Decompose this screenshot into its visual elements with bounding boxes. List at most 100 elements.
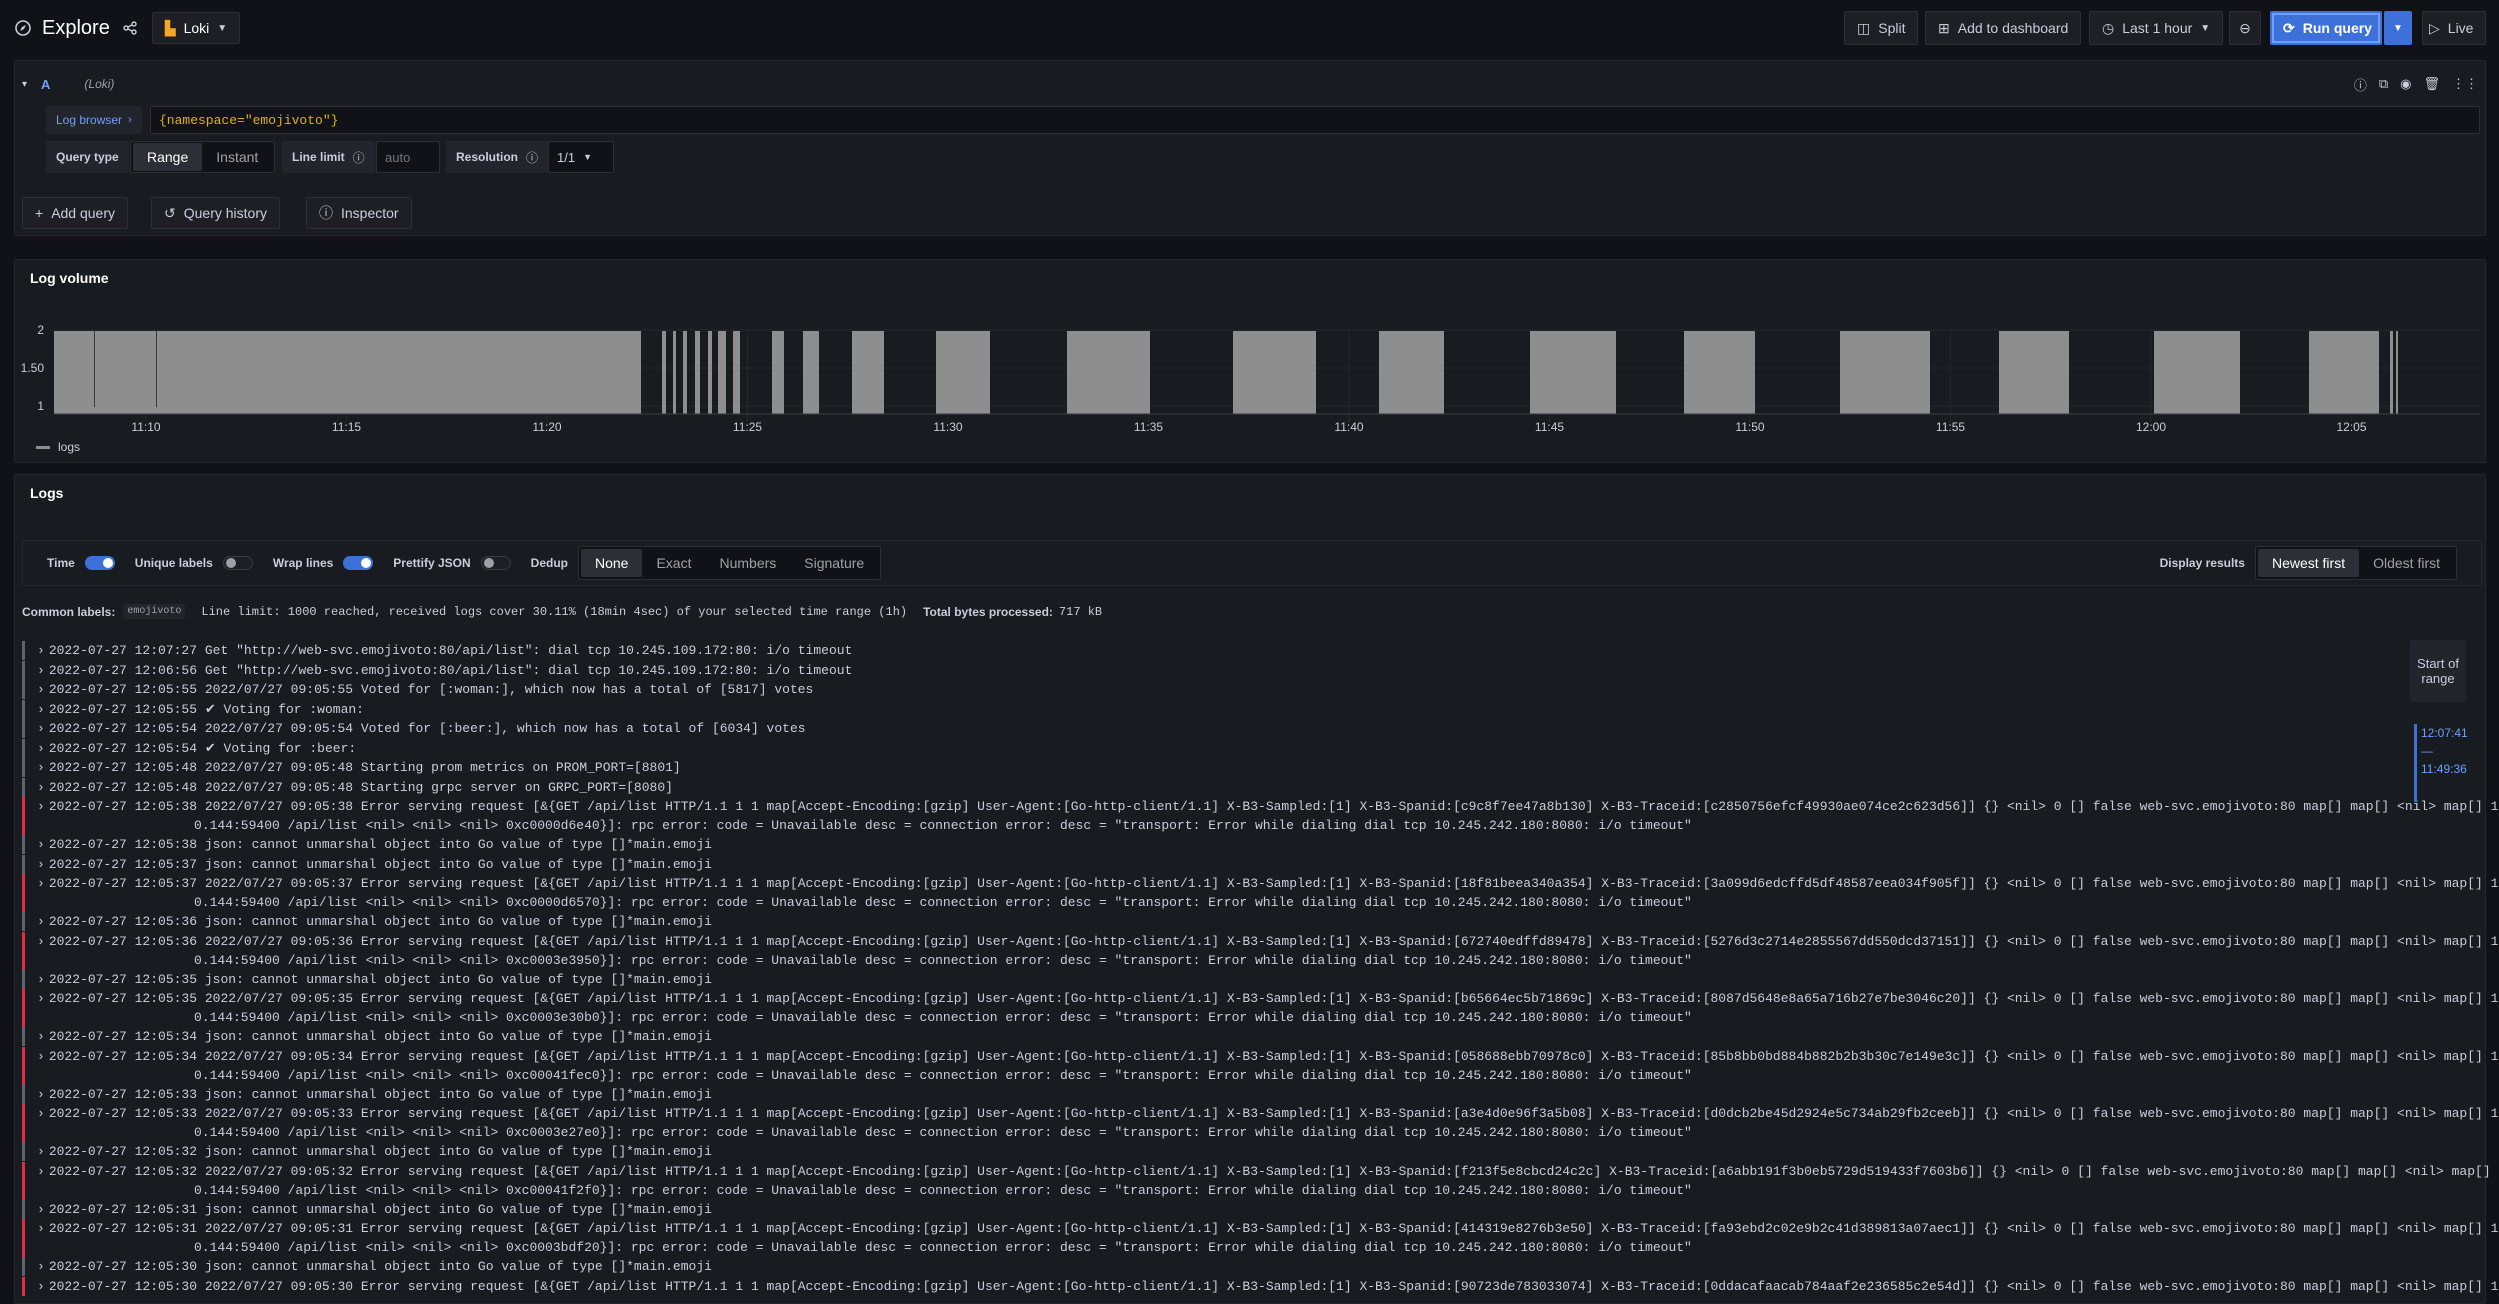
expand-row-icon[interactable]: ›	[37, 1279, 45, 1294]
query-ref-id[interactable]: A	[41, 77, 50, 92]
drag-handle-icon[interactable]: ⋮⋮	[2452, 76, 2478, 92]
run-query-dropdown[interactable]: ▼	[2384, 11, 2412, 45]
expand-row-icon[interactable]: ›	[37, 780, 45, 795]
expand-row-icon[interactable]: ›	[37, 1106, 45, 1121]
log-row[interactable]: › 2022-07-27 12:05:37 json: cannot unmars…	[22, 854, 2402, 874]
resolution-label: Resolution ⓘ	[446, 141, 549, 173]
log-row[interactable]: › 2022-07-27 12:05:30 json: cannot unmars…	[22, 1257, 2402, 1276]
log-row[interactable]: › 2022-07-27 12:05:34 2022/07/27 09:05:34…	[22, 1046, 2499, 1085]
resolution-select[interactable]: 1/1 ▼	[548, 141, 614, 173]
log-row[interactable]: › 2022-07-27 12:05:54 2022/07/27 09:05:54…	[22, 719, 2402, 738]
collapse-icon[interactable]: ▾	[22, 79, 27, 90]
log-range-indicator[interactable]: 12:07:41 — 11:49:36	[2414, 724, 2484, 802]
time-picker[interactable]: ◷ Last 1 hour ▼	[2089, 11, 2224, 45]
log-row[interactable]: › 2022-07-27 12:05:37 2022/07/27 09:05:37…	[22, 874, 2499, 912]
time-toggle[interactable]	[84, 556, 115, 570]
dedup-none[interactable]: None	[581, 549, 643, 577]
log-row[interactable]: › 2022-07-27 12:05:38 2022/07/27 09:05:38…	[22, 797, 2499, 835]
display-results-label: Display results	[2159, 556, 2245, 570]
expand-row-icon[interactable]: ›	[37, 857, 45, 872]
dedup-exact[interactable]: Exact	[642, 549, 705, 577]
expand-row-icon[interactable]: ›	[37, 682, 45, 697]
query-type-range[interactable]: Range	[133, 143, 203, 171]
chart-legend: logs	[36, 440, 80, 454]
dedup-numbers[interactable]: Numbers	[705, 549, 790, 577]
expand-row-icon[interactable]: ›	[37, 702, 45, 717]
expand-row-icon[interactable]: ›	[37, 1029, 45, 1044]
expand-row-icon[interactable]: ›	[37, 1144, 45, 1159]
expand-row-icon[interactable]: ›	[37, 1221, 45, 1236]
live-button[interactable]: ▷ Live	[2422, 11, 2486, 45]
log-row[interactable]: › 2022-07-27 12:05:32 json: cannot unmars…	[22, 1142, 2402, 1161]
x-tick-label: 11:10	[131, 420, 160, 434]
log-message: 2022/07/27 09:05:38 Error serving reques…	[204, 799, 2499, 814]
expand-row-icon[interactable]: ›	[37, 721, 45, 736]
query-type-instant[interactable]: Instant	[202, 143, 272, 171]
run-query-button[interactable]: ⟳ Run query	[2270, 11, 2382, 45]
zoom-out-button[interactable]: ⊖	[2229, 11, 2261, 45]
log-row[interactable]: › 2022-07-27 12:05:38 json: cannot unmars…	[22, 835, 2402, 854]
log-row[interactable]: › 2022-07-27 12:05:31 json: cannot unmars…	[22, 1199, 2402, 1219]
log-row[interactable]: › 2022-07-27 12:05:35 json: cannot unmars…	[22, 969, 2402, 989]
start-of-range-button[interactable]: Start of range	[2410, 640, 2466, 702]
log-row[interactable]: › 2022-07-27 12:05:36 2022/07/27 09:05:36…	[22, 931, 2499, 970]
log-row[interactable]: › 2022-07-27 12:05:31 2022/07/27 09:05:31…	[22, 1219, 2499, 1257]
log-row[interactable]: › 2022-07-27 12:05:34 json: cannot unmars…	[22, 1027, 2402, 1046]
logs-title: Logs	[30, 485, 64, 501]
log-row[interactable]: › 2022-07-27 12:06:56 Get "http://web-svc…	[22, 660, 2402, 680]
prettify-json-toggle[interactable]	[480, 556, 511, 570]
volume-bar	[852, 331, 884, 414]
dedup-signature[interactable]: Signature	[790, 549, 878, 577]
expand-row-icon[interactable]: ›	[37, 1202, 45, 1217]
trash-icon[interactable]: 🗑	[2423, 76, 2440, 92]
expand-row-icon[interactable]: ›	[37, 799, 45, 814]
query-expression-input[interactable]: {namespace="emojivoto"}	[150, 106, 2480, 134]
add-to-dashboard-button[interactable]: ⊞ Add to dashboard	[1925, 11, 2082, 45]
order-oldest-first[interactable]: Oldest first	[2359, 549, 2454, 577]
log-row[interactable]: › 2022-07-27 12:05:48 2022/07/27 09:05:48…	[22, 777, 2402, 797]
unique-labels-toggle[interactable]	[222, 556, 253, 570]
eye-icon[interactable]: ◉	[2400, 76, 2411, 92]
line-limit-label: Line limit ⓘ	[282, 141, 375, 173]
wrap-lines-toggle[interactable]	[343, 556, 374, 570]
add-query-button[interactable]: + Add query	[22, 197, 129, 229]
log-row[interactable]: › 2022-07-27 12:05:32 2022/07/27 09:05:32…	[22, 1161, 2499, 1200]
expand-row-icon[interactable]: ›	[37, 914, 45, 929]
expand-row-icon[interactable]: ›	[37, 1164, 45, 1179]
expand-row-icon[interactable]: ›	[37, 760, 45, 775]
expand-row-icon[interactable]: ›	[37, 741, 45, 756]
expand-row-icon[interactable]: ›	[37, 934, 45, 949]
log-row[interactable]: › 2022-07-27 12:05:55 ✔ Voting for :woman…	[22, 699, 2402, 719]
log-row[interactable]: › 2022-07-27 12:05:36 json: cannot unmars…	[22, 912, 2402, 931]
line-limit-input[interactable]	[376, 141, 440, 173]
x-tick-label: 11:35	[1134, 420, 1163, 434]
expand-row-icon[interactable]: ›	[37, 991, 45, 1006]
expand-row-icon[interactable]: ›	[37, 663, 45, 678]
expand-row-icon[interactable]: ›	[37, 837, 45, 852]
duplicate-icon[interactable]: ⧉	[2379, 76, 2388, 92]
unique-labels-label: Unique labels	[134, 556, 213, 570]
expand-row-icon[interactable]: ›	[37, 643, 45, 658]
datasource-picker[interactable]: ▙ Loki ▼	[151, 12, 241, 44]
log-row[interactable]: › 2022-07-27 12:05:54 ✔ Voting for :beer:	[22, 738, 2402, 758]
log-browser-button[interactable]: Log browser ›	[46, 106, 142, 134]
log-row[interactable]: › 2022-07-27 12:05:48 2022/07/27 09:05:48…	[22, 758, 2402, 777]
query-history-button[interactable]: ↺ Query history	[151, 197, 280, 229]
inspector-button[interactable]: ⓘ Inspector	[306, 197, 412, 229]
expand-row-icon[interactable]: ›	[37, 1087, 45, 1102]
expand-row-icon[interactable]: ›	[37, 1259, 45, 1274]
order-newest-first[interactable]: Newest first	[2257, 549, 2360, 577]
volume-bar	[1840, 331, 1930, 414]
share-icon[interactable]	[122, 20, 138, 36]
log-row[interactable]: › 2022-07-27 12:05:30 2022/07/27 09:05:30…	[22, 1276, 2499, 1296]
log-row[interactable]: › 2022-07-27 12:07:27 Get "http://web-svc…	[22, 641, 2402, 660]
split-button[interactable]: ◫ Split	[1844, 11, 1919, 45]
log-row[interactable]: › 2022-07-27 12:05:33 json: cannot unmars…	[22, 1084, 2402, 1104]
expand-row-icon[interactable]: ›	[37, 876, 45, 891]
log-row[interactable]: › 2022-07-27 12:05:55 2022/07/27 09:05:55…	[22, 680, 2402, 699]
log-row[interactable]: › 2022-07-27 12:05:35 2022/07/27 09:05:35…	[22, 989, 2499, 1027]
help-icon[interactable]: ⓘ	[2354, 75, 2367, 94]
log-row[interactable]: › 2022-07-27 12:05:33 2022/07/27 09:05:33…	[22, 1104, 2499, 1142]
expand-row-icon[interactable]: ›	[37, 972, 45, 987]
expand-row-icon[interactable]: ›	[37, 1049, 45, 1064]
